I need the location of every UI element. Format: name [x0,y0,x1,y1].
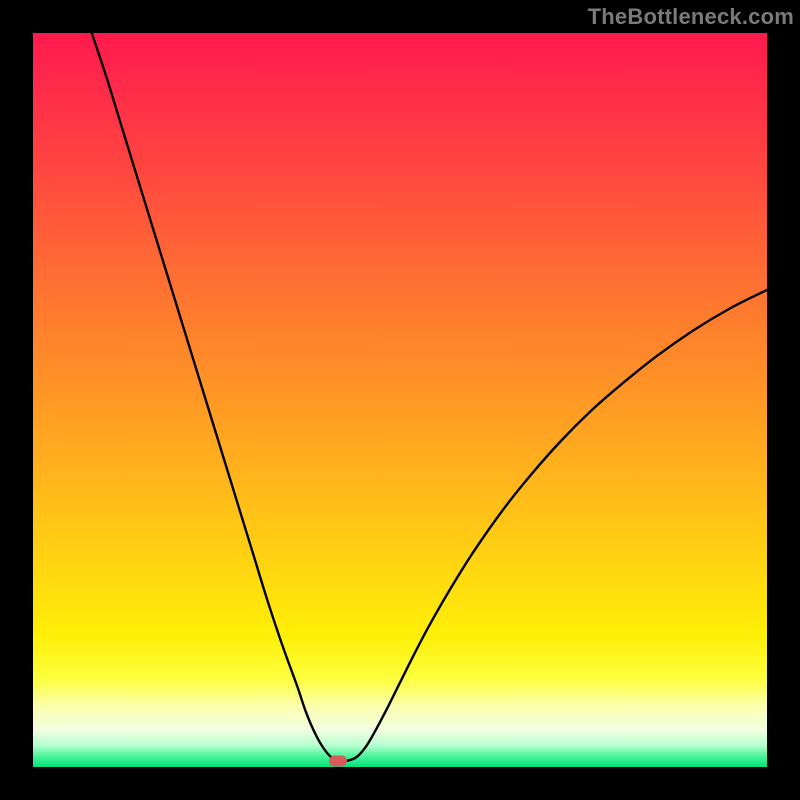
bottleneck-curve [33,33,767,767]
plot-area [33,33,767,767]
watermark-text: TheBottleneck.com [588,4,794,30]
optimal-point-marker [329,756,347,767]
chart-frame: TheBottleneck.com [0,0,800,800]
